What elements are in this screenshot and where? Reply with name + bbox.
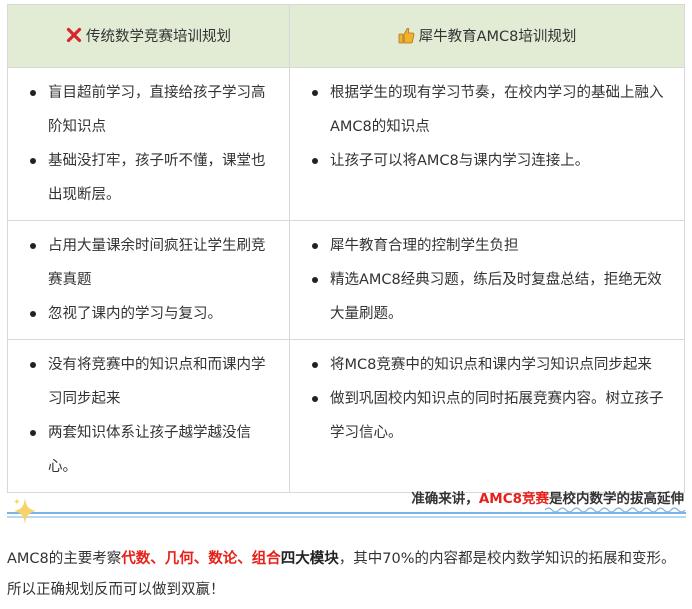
divider-line-light xyxy=(7,516,686,518)
section-divider: 准确来讲，AMC8竞赛是校内数学的拔高延伸 xyxy=(0,480,692,530)
xiniu-cell: 根据学生的现有学习节奏，在校内学习的基础上融入AMC8的知识点 让孩子可以将AM… xyxy=(289,67,685,221)
list-item: 忽视了课内的学习与复习。 xyxy=(28,297,279,331)
tagline-prefix: 准确来讲， xyxy=(411,491,479,507)
xiniu-cell: 犀牛教育合理的控制学生负担 精选AMC8经典习题，练后及时复盘总结，拒绝无效大量… xyxy=(289,220,685,340)
header-xiniu: 犀牛教育AMC8培训规划 xyxy=(289,4,685,68)
traditional-cell: 盲目超前学习，直接给孩子学习高阶知识点 基础没打牢，孩子听不懂，课堂也出现断层。 xyxy=(7,67,290,221)
xiniu-cell: 将MC8竞赛中的知识点和课内学习知识点同步起来 做到巩固校内知识点的同时拓展竞赛… xyxy=(289,339,685,493)
header-traditional: 传统数学竞赛培训规划 xyxy=(7,4,290,68)
list-item: 让孩子可以将AMC8与课内学习连接上。 xyxy=(310,144,674,178)
list-item: 将MC8竞赛中的知识点和课内学习知识点同步起来 xyxy=(310,348,674,382)
table-row: 没有将竞赛中的知识点和而课内学习同步起来 两套知识体系让孩子越学越没信心。 将M… xyxy=(7,339,685,493)
list-item: 盲目超前学习，直接给孩子学习高阶知识点 xyxy=(28,76,279,144)
divider-line xyxy=(7,512,686,514)
tagline-highlight: AMC8竞赛 xyxy=(478,491,549,507)
summary-highlight-red: 代数、几何、数论、组合 xyxy=(121,551,281,567)
list-item: 没有将竞赛中的知识点和而课内学习同步起来 xyxy=(28,348,279,416)
list-item: 精选AMC8经典习题，练后及时复盘总结，拒绝无效大量刷题。 xyxy=(310,263,674,331)
list-item: 基础没打牢，孩子听不懂，课堂也出现断层。 xyxy=(28,144,279,212)
summary-paragraph: AMC8的主要考察代数、几何、数论、组合四大模块，其中70%的内容都是校内数学知… xyxy=(7,544,687,606)
traditional-cell: 占用大量课余时间疯狂让学生刷竞赛真题 忽视了课内的学习与复习。 xyxy=(7,220,290,340)
summary-highlight-bold: 四大模块 xyxy=(280,551,339,567)
list-item: 占用大量课余时间疯狂让学生刷竞赛真题 xyxy=(28,229,279,297)
comparison-table: 传统数学竞赛培训规划 犀牛教育AMC8培训规划 盲目超前学习，直接给孩子学习高阶… xyxy=(7,4,685,493)
list-item: 根据学生的现有学习节奏，在校内学习的基础上融入AMC8的知识点 xyxy=(310,76,674,144)
list-item: 犀牛教育合理的控制学生负担 xyxy=(310,229,674,263)
header-xiniu-label: 犀牛教育AMC8培训规划 xyxy=(418,28,577,45)
table-row: 占用大量课余时间疯狂让学生刷竞赛真题 忽视了课内的学习与复习。 犀牛教育合理的控… xyxy=(7,220,685,340)
header-traditional-label: 传统数学竞赛培训规划 xyxy=(86,28,231,45)
cross-mark-icon xyxy=(66,28,82,43)
list-item: 做到巩固校内知识点的同时拓展竞赛内容。树立孩子学习信心。 xyxy=(310,382,674,450)
traditional-cell: 没有将竞赛中的知识点和而课内学习同步起来 两套知识体系让孩子越学越没信心。 xyxy=(7,339,290,493)
table-row: 盲目超前学习，直接给孩子学习高阶知识点 基础没打牢，孩子听不懂，课堂也出现断层。… xyxy=(7,67,685,221)
table-header-row: 传统数学竞赛培训规划 犀牛教育AMC8培训规划 xyxy=(7,4,685,68)
tagline: 准确来讲，AMC8竞赛是校内数学的拔高延伸 xyxy=(411,487,684,507)
thumbs-up-icon xyxy=(398,27,414,43)
list-item: 两套知识体系让孩子越学越没信心。 xyxy=(28,416,279,484)
sparkle-icon xyxy=(14,498,36,524)
summary-text-1: AMC8的主要考察 xyxy=(7,551,122,567)
tagline-suffix: 是校内数学的拔高延伸 xyxy=(549,491,684,507)
